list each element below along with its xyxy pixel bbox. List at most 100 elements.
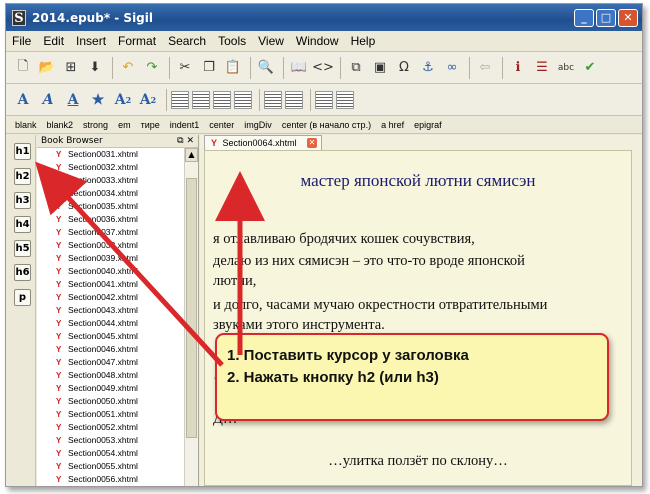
- paragraph[interactable]: лютни,: [213, 271, 623, 291]
- toc-icon[interactable]: ☰: [531, 57, 553, 79]
- menu-format[interactable]: Format: [112, 34, 162, 48]
- tab-section0064[interactable]: Y Section0064.xhtml ✕: [204, 135, 322, 150]
- split-icon[interactable]: ⧉: [345, 57, 367, 79]
- italic-icon[interactable]: A: [37, 89, 59, 111]
- book-view-icon[interactable]: 📖: [288, 57, 310, 79]
- paragraph[interactable]: звуками этого инструмента.: [213, 315, 623, 335]
- copy-icon[interactable]: ❐: [198, 57, 220, 79]
- clip-strong[interactable]: strong: [78, 120, 113, 130]
- special-char-icon[interactable]: Ω: [393, 57, 415, 79]
- underline-icon[interactable]: A: [62, 89, 84, 111]
- list-item[interactable]: Y Section0042.xhtml: [37, 291, 184, 304]
- bullet-list-icon[interactable]: [264, 90, 282, 109]
- panel-float-close-icon[interactable]: ⧉ ✕: [177, 135, 198, 147]
- list-item[interactable]: Y Section0049.xhtml: [37, 382, 184, 395]
- list-item[interactable]: Y Section0032.xhtml: [37, 161, 184, 174]
- chapter-heading[interactable]: мастер японской лютни сямисэн: [205, 171, 631, 191]
- heading-h5-button[interactable]: h5: [14, 240, 31, 257]
- align-right-icon[interactable]: [213, 90, 231, 109]
- superscript-icon[interactable]: A2: [137, 89, 159, 111]
- paragraph[interactable]: я отлавливаю бродячих кошек сочувствия,: [213, 229, 623, 249]
- clip-blank2[interactable]: blank2: [42, 120, 79, 130]
- heading-h1-button[interactable]: h1: [14, 143, 31, 160]
- list-item[interactable]: Y Section0047.xhtml: [37, 356, 184, 369]
- list-item[interactable]: Y Section0050.xhtml: [37, 395, 184, 408]
- list-item[interactable]: Y Section0036.xhtml: [37, 213, 184, 226]
- metadata-icon[interactable]: ℹ: [507, 57, 529, 79]
- subscript-icon[interactable]: A2: [112, 89, 134, 111]
- clip-blank[interactable]: blank: [10, 120, 42, 130]
- align-justify-icon[interactable]: [234, 90, 252, 109]
- menu-tools[interactable]: Tools: [212, 34, 252, 48]
- book-browser-scrollbar[interactable]: ▲: [184, 148, 198, 486]
- save-icon[interactable]: ⬇: [84, 57, 106, 79]
- list-item[interactable]: Y Section0051.xhtml: [37, 408, 184, 421]
- heading-h3-button[interactable]: h3: [14, 192, 31, 209]
- clip-indent1[interactable]: indent1: [165, 120, 205, 130]
- menu-search[interactable]: Search: [162, 34, 212, 48]
- paragraph-snail[interactable]: …улитка ползёт по склону…: [205, 453, 631, 470]
- clip-dash[interactable]: тире: [136, 120, 165, 130]
- preview-icon[interactable]: 🔍: [255, 57, 277, 79]
- paragraph[interactable]: делаю из них сямисэн – это что-то вроде …: [213, 251, 623, 271]
- heading-h4-button[interactable]: h4: [14, 216, 31, 233]
- maximize-button[interactable]: □: [596, 8, 616, 27]
- scroll-up-icon[interactable]: ▲: [185, 148, 198, 162]
- strikethrough-icon[interactable]: ★: [87, 89, 109, 111]
- undo-icon[interactable]: ↶: [117, 57, 139, 79]
- heading-h6-button[interactable]: h6: [14, 264, 31, 281]
- open-folder-icon[interactable]: 📂: [36, 57, 58, 79]
- clip-em[interactable]: em: [113, 120, 136, 130]
- spellcheck-icon[interactable]: abc: [555, 57, 577, 79]
- menu-edit[interactable]: Edit: [37, 34, 70, 48]
- clip-a-href[interactable]: a href: [376, 120, 409, 130]
- heading-h2-button[interactable]: h2: [14, 168, 31, 185]
- list-item[interactable]: Y Section0046.xhtml: [37, 343, 184, 356]
- list-item[interactable]: Y Section0056.xhtml: [37, 473, 184, 486]
- list-item[interactable]: Y Section0053.xhtml: [37, 434, 184, 447]
- list-item[interactable]: Y Section0045.xhtml: [37, 330, 184, 343]
- list-item[interactable]: Y Section0035.xhtml: [37, 200, 184, 213]
- back-icon[interactable]: ⇦: [474, 57, 496, 79]
- paste-icon[interactable]: 📋: [222, 57, 244, 79]
- clip-imgdiv[interactable]: imgDiv: [239, 120, 277, 130]
- code-view-icon[interactable]: <>: [312, 57, 334, 79]
- list-item[interactable]: Y Section0037.xhtml: [37, 226, 184, 239]
- bold-icon[interactable]: A: [12, 89, 34, 111]
- clip-epigraf[interactable]: epigraf: [409, 120, 447, 130]
- decrease-indent-icon[interactable]: [315, 90, 333, 109]
- list-item[interactable]: Y Section0048.xhtml: [37, 369, 184, 382]
- list-item[interactable]: Y Section0038.xhtml: [37, 239, 184, 252]
- menu-window[interactable]: Window: [290, 34, 345, 48]
- numbered-list-icon[interactable]: [285, 90, 303, 109]
- link-icon[interactable]: ∞: [441, 57, 463, 79]
- book-view-page[interactable]: мастер японской лютни сямисэн я отлавлив…: [204, 150, 632, 486]
- increase-indent-icon[interactable]: [336, 90, 354, 109]
- menu-file[interactable]: File: [6, 34, 37, 48]
- menu-view[interactable]: View: [252, 34, 290, 48]
- list-item[interactable]: Y Section0041.xhtml: [37, 278, 184, 291]
- list-item[interactable]: Y Section0055.xhtml: [37, 460, 184, 473]
- list-item[interactable]: Y Section0034.xhtml: [37, 187, 184, 200]
- list-item[interactable]: Y Section0040.xhtml: [37, 265, 184, 278]
- align-center-icon[interactable]: [192, 90, 210, 109]
- list-item[interactable]: Y Section0043.xhtml: [37, 304, 184, 317]
- cut-icon[interactable]: ✂: [174, 57, 196, 79]
- align-left-icon[interactable]: [171, 90, 189, 109]
- new-file-icon[interactable]: 🗋: [12, 57, 34, 79]
- paragraph[interactable]: и долго, часами мучаю окрестности отврат…: [213, 295, 623, 315]
- list-item[interactable]: Y Section0031.xhtml: [37, 148, 184, 161]
- scroll-thumb[interactable]: [186, 178, 197, 438]
- clip-center-page[interactable]: center (в начало стр.): [277, 120, 376, 130]
- insert-image-icon[interactable]: ▣: [369, 57, 391, 79]
- add-file-icon[interactable]: ⊞: [60, 57, 82, 79]
- menu-insert[interactable]: Insert: [70, 34, 112, 48]
- anchor-icon[interactable]: ⚓: [417, 57, 439, 79]
- close-tab-icon[interactable]: ✕: [307, 138, 317, 148]
- menu-help[interactable]: Help: [345, 34, 382, 48]
- list-item[interactable]: Y Section0033.xhtml: [37, 174, 184, 187]
- redo-icon[interactable]: ↷: [141, 57, 163, 79]
- close-window-button[interactable]: ✕: [618, 8, 638, 27]
- list-item[interactable]: Y Section0054.xhtml: [37, 447, 184, 460]
- list-item[interactable]: Y Section0052.xhtml: [37, 421, 184, 434]
